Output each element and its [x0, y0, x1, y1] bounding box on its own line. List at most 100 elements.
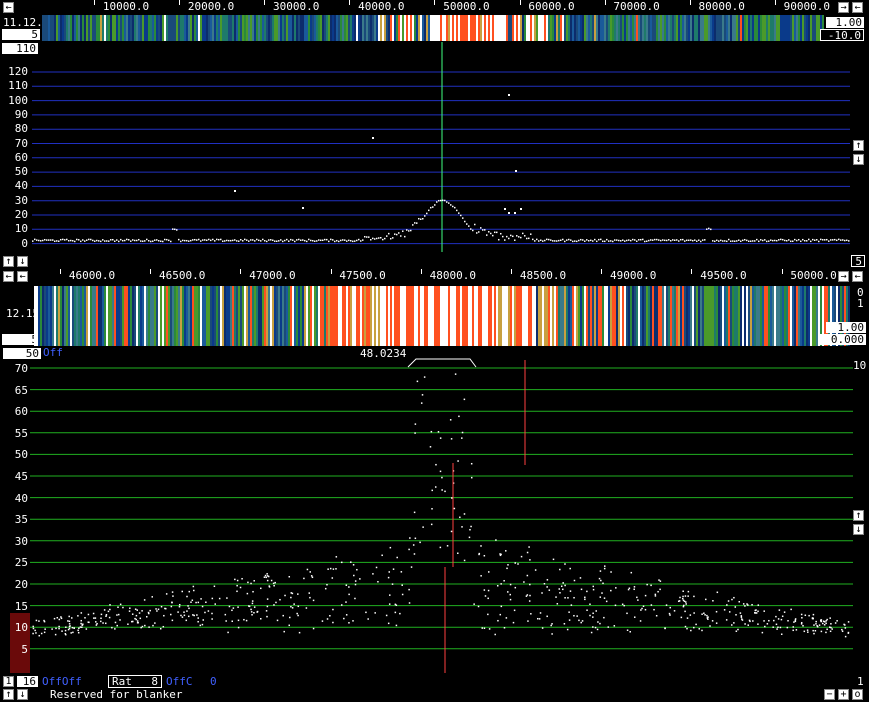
axis-tick	[511, 269, 512, 274]
y-tick-label: 40	[14, 491, 28, 505]
arrow-up-icon: ↑	[5, 256, 12, 267]
arrow-up-icon: ↑	[5, 689, 12, 700]
axis-label: 70000.0	[613, 0, 660, 13]
status-down-button[interactable]: ↓	[17, 689, 28, 700]
top-axis-scroll-left-button[interactable]: ←	[3, 2, 14, 13]
bottom-spectrum-up-button[interactable]: ↑	[853, 510, 864, 521]
top-axis-scroll-right-button[interactable]: →	[838, 2, 849, 13]
y-tick-label: 20	[14, 208, 28, 221]
y-tick-label: 60	[14, 150, 28, 164]
arrow-down-icon: ↓	[855, 524, 862, 535]
top-frequency-axis: 10000.0 20000.0 30000.0 40000.0 50000.0 60000…	[16, 0, 836, 14]
arrow-left-icon: ←	[19, 271, 26, 282]
y-tick-label: 60	[14, 405, 28, 419]
status-minus-button[interactable]: −	[824, 689, 835, 700]
status-corner-value: 1	[857, 675, 864, 688]
y-tick-label: 30	[14, 193, 28, 207]
bottom-spectrum-plot	[10, 358, 853, 673]
y-tick-label: 90	[14, 107, 28, 121]
status-offoff[interactable]: OffOff	[42, 676, 82, 688]
y-tick-label: 10	[14, 222, 28, 236]
top-axis-zoom-left-button[interactable]: ←	[852, 2, 863, 13]
y-tick-label: 40	[14, 179, 28, 193]
arrow-right-icon: →	[840, 2, 847, 13]
y-tick-label: 15	[14, 599, 28, 613]
top-spectrum-avg-count[interactable]: 5	[851, 255, 865, 267]
mid-waterfall-gain[interactable]: 1.00	[826, 322, 866, 333]
axis-label: 60000.0	[528, 0, 575, 13]
y-tick-label: 50	[14, 448, 28, 462]
axis-label: 46500.0	[159, 269, 206, 282]
axis-label: 90000.0	[783, 0, 830, 13]
axis-label: 40000.0	[358, 0, 405, 13]
arrow-down-icon: ↓	[855, 154, 862, 165]
axis-tick	[179, 0, 181, 5]
axis-label: 10000.0	[102, 0, 150, 13]
axis-tick	[601, 269, 603, 274]
axis-tick	[240, 269, 242, 274]
top-spectrum-up-small-button[interactable]: ↑	[3, 256, 14, 267]
y-tick-label: 55	[14, 426, 28, 440]
top-spectrum-down-button[interactable]: ↓	[853, 154, 864, 165]
axis-label: 46000.0	[68, 269, 116, 282]
status-plus-button[interactable]: +	[838, 689, 849, 700]
top-waterfall-offset[interactable]: -10.0	[820, 29, 864, 41]
mid-axis-zoom-left-button[interactable]: ←	[852, 271, 863, 282]
axis-tick	[349, 0, 351, 5]
axis-tick	[434, 0, 436, 5]
y-tick-label: 50	[14, 165, 28, 179]
mid-frequency-axis: 46000.0 46500.0 47000.0 47500.0 48000.0 48500…	[30, 269, 837, 283]
status-rat-value: 8	[151, 675, 158, 688]
axis-label: 50000.0	[443, 0, 490, 13]
arrow-left-icon: ←	[854, 271, 861, 282]
mid-axis-scroll-left-button[interactable]: ←	[3, 271, 14, 282]
y-tick-label: 10	[14, 621, 28, 635]
axis-label: 49500.0	[700, 269, 747, 282]
axis-tick	[774, 0, 776, 5]
top-waterfall-left-value[interactable]: 5	[2, 29, 40, 40]
y-tick-label: 70	[14, 136, 28, 150]
mid-axis-scroll-right-button[interactable]: →	[838, 271, 849, 282]
status-rat-box[interactable]: Rat 8	[108, 675, 162, 688]
status-offc-value: 0	[210, 675, 217, 688]
top-waterfall-gain[interactable]: 1.00	[826, 17, 864, 28]
axis-tick	[519, 0, 521, 5]
axis-tick	[689, 0, 691, 5]
axis-tick	[781, 269, 783, 274]
mid-waterfall-right-bottom: 1	[857, 297, 864, 310]
y-tick-label: 5	[21, 642, 28, 656]
y-tick-label: 110	[8, 79, 28, 93]
status-up-button[interactable]: ↑	[3, 689, 14, 700]
axis-tick	[94, 0, 95, 5]
mid-axis-scroll-left2-button[interactable]: ←	[17, 271, 28, 282]
y-tick-label: 120	[8, 65, 28, 78]
status-offc[interactable]: OffC	[166, 676, 193, 688]
axis-label: 48500.0	[519, 269, 567, 282]
axis-label: 49000.0	[610, 269, 657, 282]
status-sixteen-box[interactable]: 16	[17, 676, 38, 687]
mid-waterfall-offset[interactable]: 0.000	[820, 334, 866, 345]
axis-label: 50000.0	[790, 269, 837, 282]
top-spectrum-up-button[interactable]: ↑	[853, 140, 864, 151]
y-tick-label: 80	[14, 122, 28, 136]
arrow-down-icon: ↓	[19, 689, 26, 700]
status-o-button[interactable]: o	[852, 689, 863, 700]
axis-label: 30000.0	[273, 0, 320, 13]
bottom-spectrum-right-marker: 10	[853, 359, 867, 372]
y-tick-label: 65	[14, 383, 28, 397]
arrow-left-icon: ←	[5, 271, 12, 282]
axis-tick	[604, 0, 606, 5]
axis-tick	[330, 269, 332, 274]
y-tick-label: 100	[8, 93, 28, 107]
status-one-button[interactable]: 1	[3, 676, 14, 687]
arrow-left-icon: ←	[854, 2, 861, 13]
axis-tick	[420, 269, 422, 274]
arrow-right-icon: →	[840, 271, 847, 282]
axis-tick	[691, 269, 693, 274]
top-spectrum-down-small-button[interactable]: ↓	[17, 256, 28, 267]
axis-label: 20000.0	[187, 0, 235, 13]
axis-label: 48000.0	[429, 269, 476, 282]
bottom-spectrum-down-button[interactable]: ↓	[853, 524, 864, 535]
mid-waterfall	[34, 286, 850, 346]
y-tick-label: 35	[14, 513, 28, 527]
